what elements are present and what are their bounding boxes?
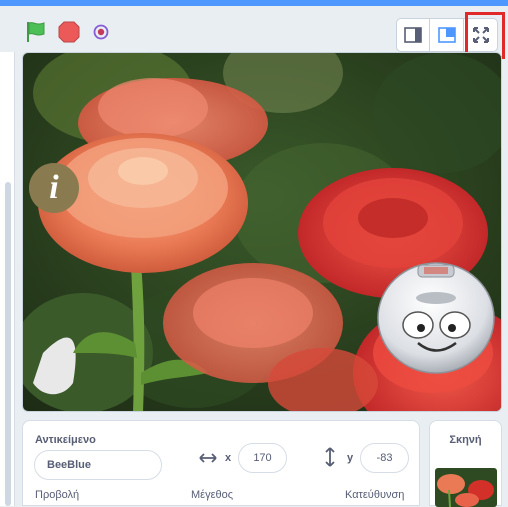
y-label: y	[347, 452, 354, 464]
fullscreen-button[interactable]	[464, 18, 498, 52]
vertical-scrollbar[interactable]	[5, 182, 11, 506]
stage-selector-pane[interactable]: Σκηνή	[429, 420, 502, 507]
small-stage-button[interactable]	[396, 18, 430, 52]
stop-icon[interactable]	[57, 20, 81, 44]
flower-backdrop	[23, 53, 501, 411]
normal-stage-button[interactable]	[430, 18, 464, 52]
stage-toolbar	[0, 6, 508, 59]
x-position-input[interactable]: 170	[238, 443, 287, 473]
vertical-arrows-icon	[325, 447, 335, 467]
stage-canvas[interactable]: i	[22, 52, 502, 412]
small-stage-icon	[404, 27, 422, 43]
beebot-sprite[interactable]	[377, 262, 495, 374]
sprite-object-label: Αντικείμενο	[35, 434, 96, 446]
y-position-input[interactable]: -83	[360, 443, 409, 473]
stage-pane-title: Σκηνή	[449, 434, 482, 446]
info-icon[interactable]: i	[29, 163, 79, 213]
green-flag-icon[interactable]	[24, 20, 48, 44]
sprite-info-pane: Αντικείμενο BeeBlue x 170 y -83 Προβολή …	[22, 420, 420, 506]
stage-layout-buttons	[396, 18, 498, 54]
fullscreen-icon	[472, 27, 489, 43]
horizontal-arrows-icon	[199, 453, 217, 463]
direction-label: Κατεύθυνση	[345, 489, 405, 501]
size-label: Μέγεθος	[191, 489, 234, 501]
x-label: x	[225, 452, 232, 464]
code-area-edge	[0, 52, 15, 506]
record-icon[interactable]	[89, 20, 113, 44]
show-label: Προβολή	[35, 489, 80, 501]
backdrop-thumbnail[interactable]	[435, 468, 497, 507]
normal-stage-icon	[437, 27, 456, 43]
sprite-name-input[interactable]: BeeBlue	[34, 450, 162, 480]
